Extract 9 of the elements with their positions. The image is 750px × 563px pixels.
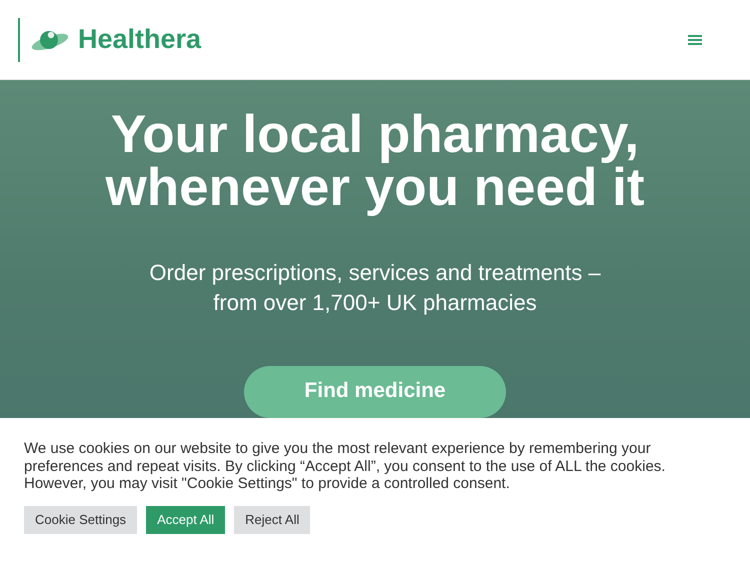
find-medicine-button[interactable]: Find medicine <box>244 366 506 418</box>
cookie-button[interactable]: Cookie Settings <box>24 506 138 534</box>
cookie-button[interactable]: Accept All <box>146 506 226 534</box>
menu-icon[interactable] <box>688 34 702 46</box>
cookie-button[interactable]: Reject All <box>234 506 310 534</box>
logo-text[interactable]: Healthera <box>78 24 202 55</box>
cookie-notice-text: We use cookies on our website to give you the most relevant experience by remembering your preferences and repeat visits. By clicking “Accept All”, you consent to the use of ALL the cookies. However, you may visit "Cookie Settings" to provide a controlled consent. <box>24 440 666 492</box>
hero-title: Your local pharmacy, whenever you need it <box>106 108 644 214</box>
hero-subtitle: Order prescriptions, services and treatments – from over 1,700+ UK pharmacies <box>149 259 601 317</box>
